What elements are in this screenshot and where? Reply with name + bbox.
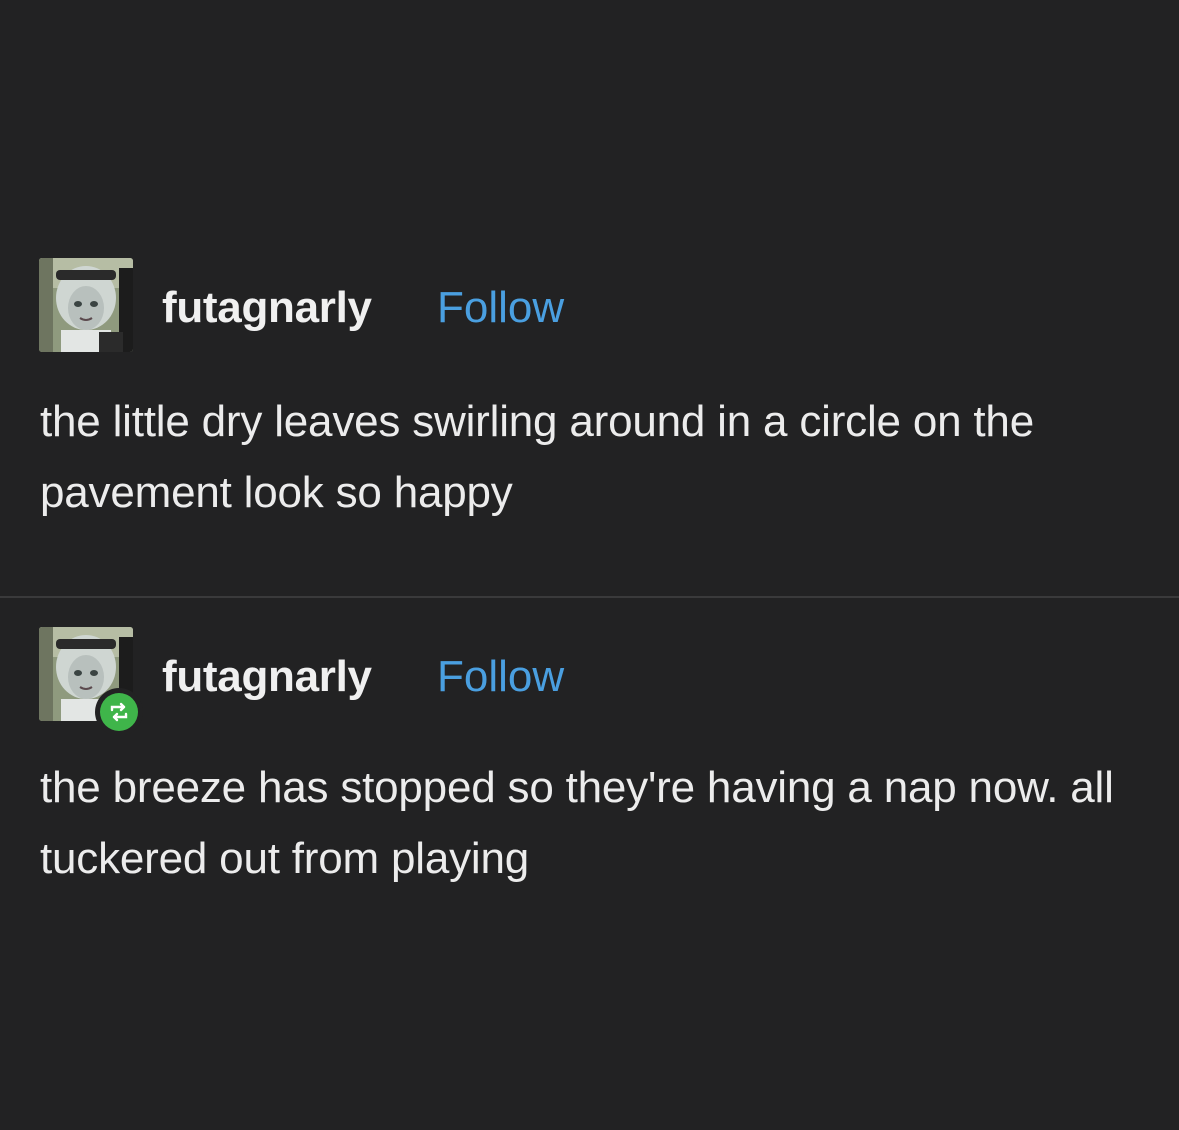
post-header: futagnarly Follow <box>0 258 1179 352</box>
post: futagnarly Follow the breeze has stopped… <box>0 627 1179 883</box>
post-divider <box>0 596 1179 598</box>
follow-button[interactable]: Follow <box>437 286 564 330</box>
post-header: futagnarly Follow <box>0 627 1179 736</box>
follow-button[interactable]: Follow <box>437 655 564 699</box>
post: futagnarly Follow the little dry leaves … <box>0 258 1179 517</box>
avatar-image <box>39 258 133 352</box>
post-body-text: the little dry leaves swirling around in… <box>40 397 1034 517</box>
username-link[interactable]: futagnarly <box>162 286 372 330</box>
avatar[interactable] <box>39 258 133 352</box>
reblog-icon <box>100 693 138 731</box>
reblog-badge <box>95 688 143 736</box>
username-link[interactable]: futagnarly <box>162 655 372 699</box>
post-body-text: the breeze has stopped so they're having… <box>40 763 1114 883</box>
